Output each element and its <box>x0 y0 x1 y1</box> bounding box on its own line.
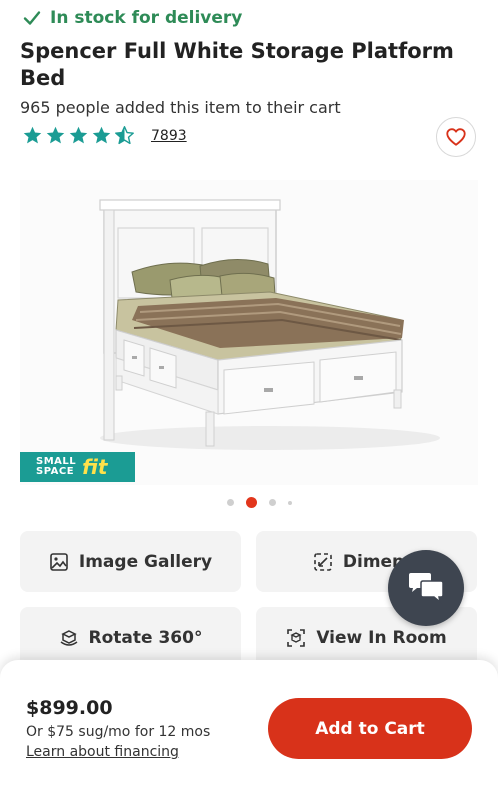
rating-stars <box>22 125 135 146</box>
review-count-link[interactable]: 7893 <box>151 128 187 144</box>
view-in-room-label: View In Room <box>316 627 447 648</box>
product-price: $899.00 <box>26 697 113 719</box>
carousel-dot[interactable] <box>268 499 276 506</box>
stock-text: In stock for delivery <box>50 8 243 28</box>
product-rating[interactable]: 7893 <box>22 125 187 146</box>
rotate-360-icon <box>60 629 77 646</box>
rotate-360-label: Rotate 360° <box>88 627 203 648</box>
chat-button[interactable] <box>388 550 464 626</box>
image-icon <box>50 552 68 571</box>
rotate-360-button[interactable]: Rotate 360° <box>20 607 241 668</box>
star-full-icon <box>23 126 42 144</box>
star-full-icon <box>92 126 111 144</box>
stock-status: In stock for delivery <box>22 8 242 28</box>
image-gallery-label: Image Gallery <box>78 551 213 572</box>
added-to-cart-count: 965 people added this item to their cart <box>20 98 341 117</box>
carousel-dots[interactable] <box>10 497 498 508</box>
star-half-icon <box>115 126 134 145</box>
carousel-dot[interactable] <box>226 499 234 506</box>
favorite-button[interactable] <box>436 117 476 157</box>
bed-illustration <box>99 199 440 450</box>
small-space-fit-badge: SMALL SPACE fit <box>20 452 135 482</box>
financing-offer: Or $75 sug/mo for 12 mos <box>26 724 211 740</box>
star-full-icon <box>69 126 88 144</box>
heart-icon <box>446 128 466 146</box>
badge-small-space: SMALL SPACE <box>36 457 76 477</box>
image-gallery-button[interactable]: Image Gallery <box>20 531 241 592</box>
add-to-cart-button[interactable]: Add to Cart <box>268 698 472 759</box>
chat-icon <box>409 573 444 604</box>
badge-line-space: SPACE <box>36 466 75 477</box>
purchase-bar: $899.00 Or $75 sug/mo for 12 mos Learn a… <box>0 660 498 800</box>
product-image[interactable] <box>20 180 478 485</box>
view-in-room-icon <box>287 628 306 647</box>
badge-fit: fit <box>82 455 108 479</box>
carousel-dot-active[interactable] <box>245 497 257 508</box>
learn-financing-link[interactable]: Learn about financing <box>26 744 179 760</box>
dimensions-icon <box>314 552 332 571</box>
check-icon <box>23 11 41 25</box>
star-full-icon <box>46 126 65 144</box>
carousel-dot[interactable] <box>287 500 292 505</box>
product-title: Spencer Full White Storage Platform Bed <box>20 39 454 90</box>
